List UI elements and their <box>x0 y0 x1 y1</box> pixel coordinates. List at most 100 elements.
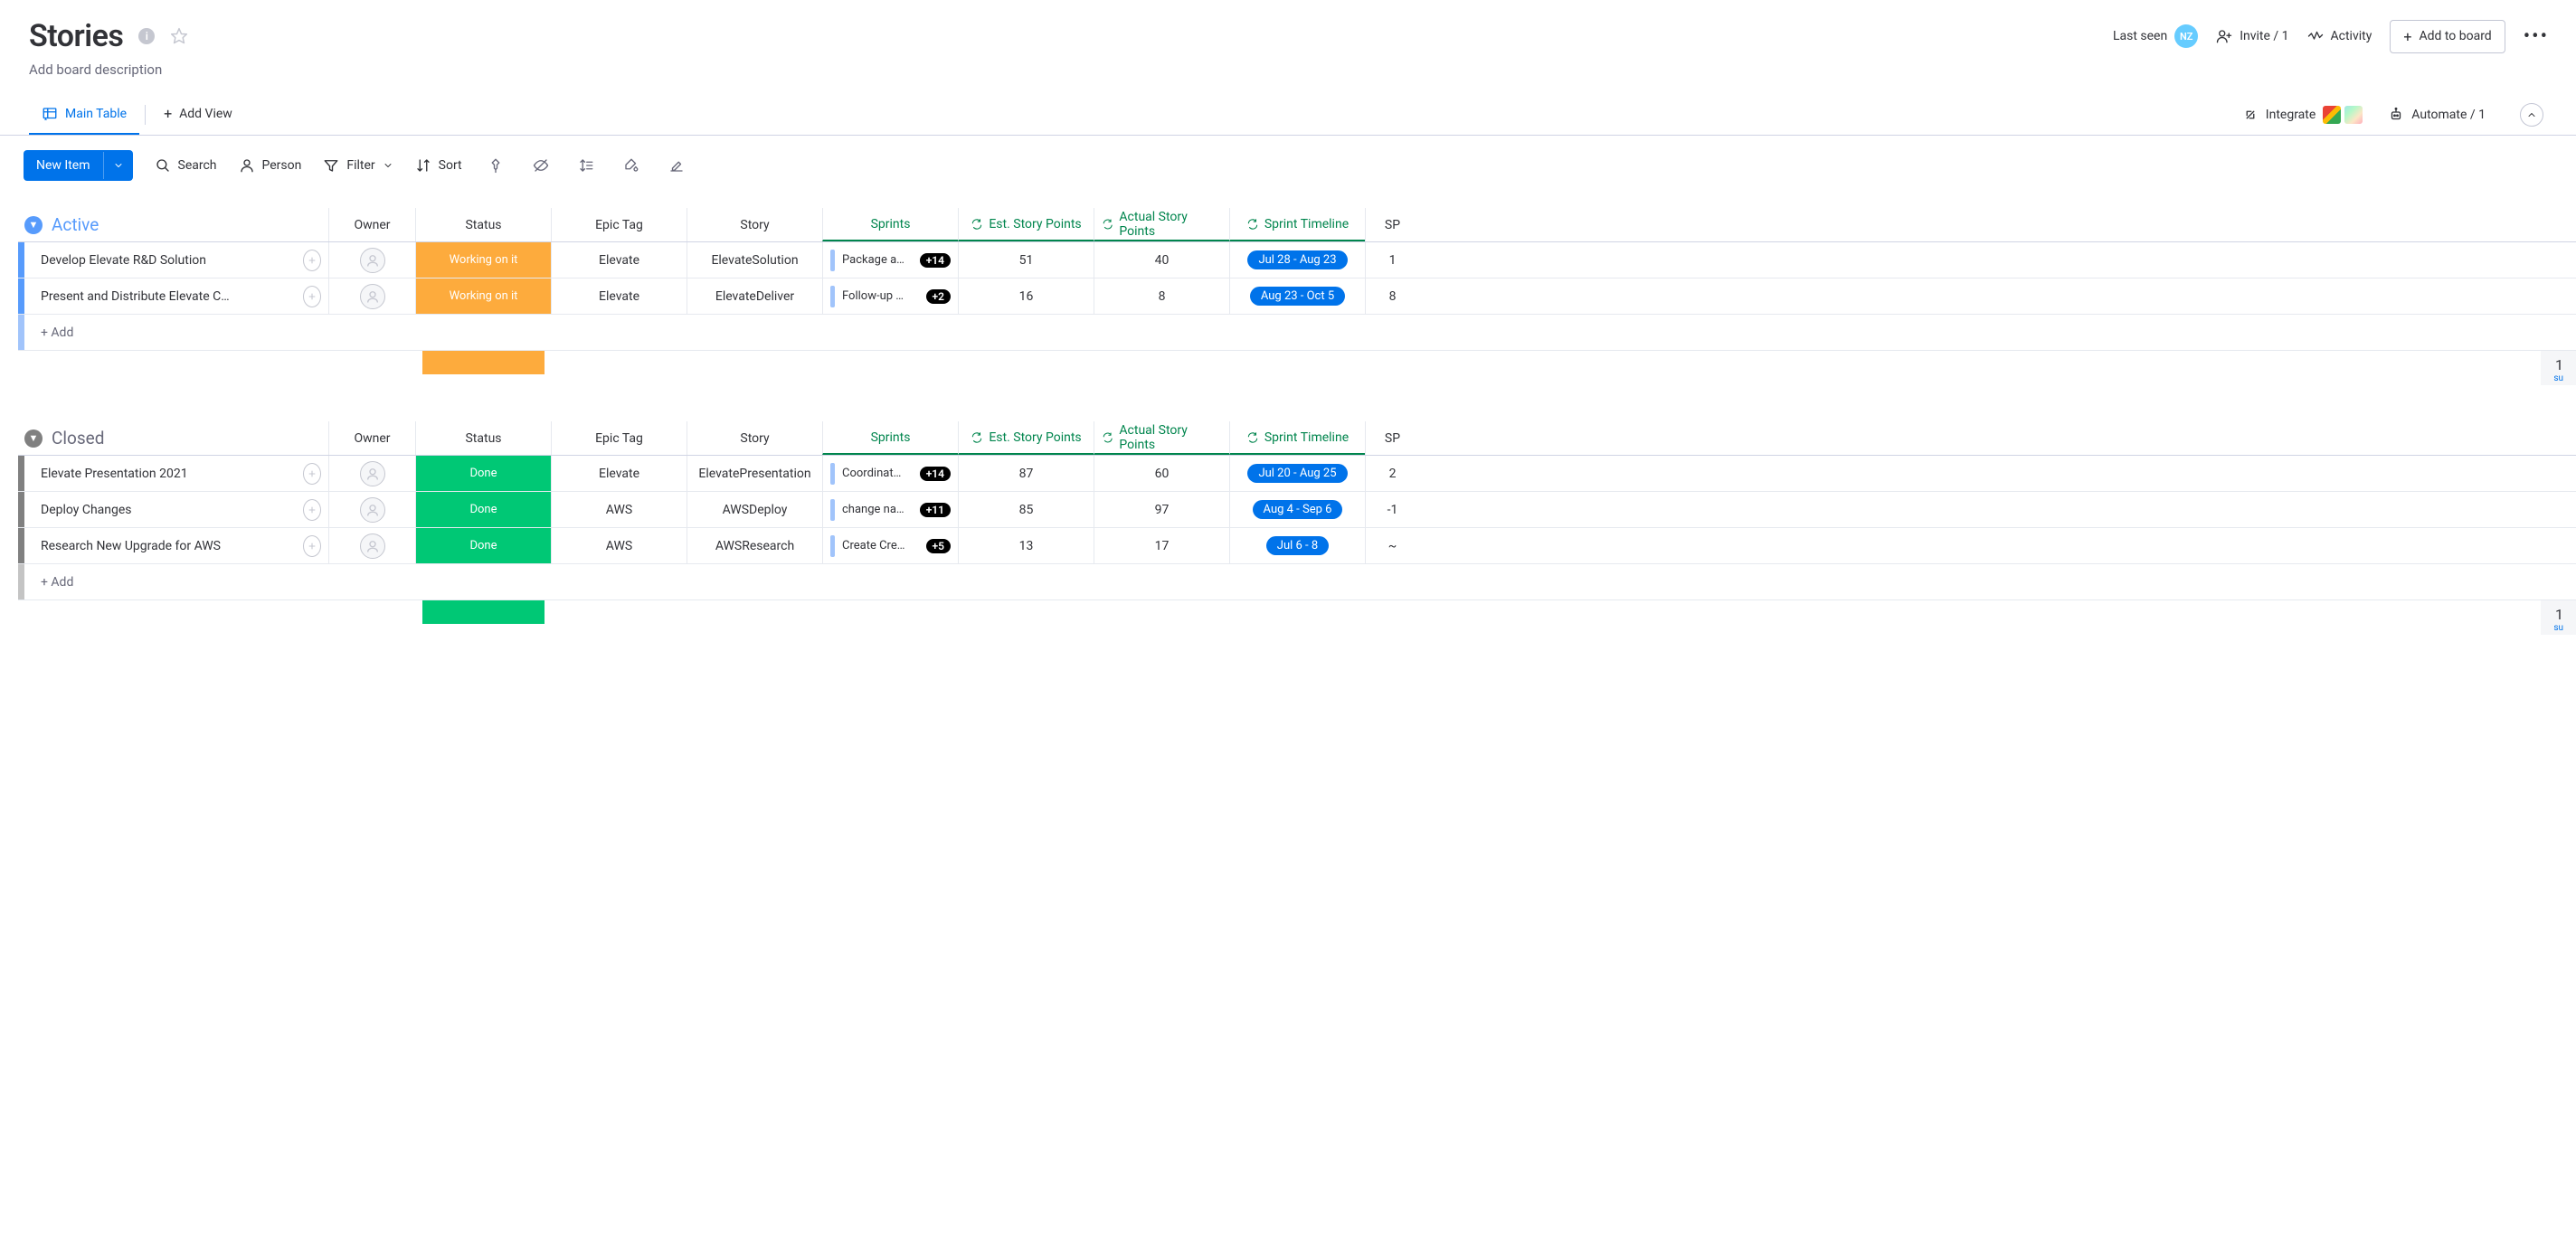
sp-cell[interactable]: 8 <box>1365 278 1419 314</box>
owner-cell[interactable] <box>328 456 415 491</box>
expand-item-button[interactable] <box>296 242 328 278</box>
epic-tag-cell[interactable]: Elevate <box>551 278 687 314</box>
add-view-button[interactable]: + Add View <box>151 94 245 135</box>
col-sp[interactable]: SP <box>1365 208 1419 241</box>
item-name-cell[interactable]: Research New Upgrade for AWS <box>24 528 296 563</box>
sprints-cell[interactable]: Package a…+14 <box>822 242 958 278</box>
actual-story-points-cell[interactable]: 40 <box>1094 242 1229 278</box>
invite-button[interactable]: Invite / 1 <box>2216 28 2288 44</box>
new-item-button[interactable]: New Item <box>24 150 133 181</box>
col-epic-tag[interactable]: Epic Tag <box>551 421 687 455</box>
col-owner[interactable]: Owner <box>328 421 415 455</box>
add-item-row[interactable]: + Add <box>18 315 2576 351</box>
col-sprints[interactable]: Sprints <box>822 208 958 241</box>
col-status[interactable]: Status <box>415 421 551 455</box>
actual-story-points-cell[interactable]: 97 <box>1094 492 1229 527</box>
filter-button[interactable]: Filter <box>323 157 393 174</box>
collapse-header-button[interactable] <box>2520 103 2543 127</box>
group-collapse-icon[interactable]: ▼ <box>24 216 43 234</box>
item-name-cell[interactable]: Deploy Changes <box>24 492 296 527</box>
col-owner[interactable]: Owner <box>328 208 415 241</box>
col-sp[interactable]: SP <box>1365 421 1419 455</box>
owner-cell[interactable] <box>328 242 415 278</box>
search-button[interactable]: Search <box>155 157 217 174</box>
epic-tag-cell[interactable]: Elevate <box>551 242 687 278</box>
sprint-timeline-cell[interactable]: Jul 20 - Aug 25 <box>1229 456 1365 491</box>
status-cell[interactable]: Done <box>415 456 551 491</box>
col-actual-story-points[interactable]: Actual Story Points <box>1094 421 1229 455</box>
pin-icon[interactable] <box>484 154 507 177</box>
favorite-star-icon[interactable] <box>170 27 188 45</box>
sort-button[interactable]: Sort <box>415 157 462 174</box>
hide-icon[interactable] <box>529 154 553 177</box>
last-seen[interactable]: Last seen NZ <box>2113 24 2198 48</box>
sp-cell[interactable]: 1 <box>1365 242 1419 278</box>
item-name-cell[interactable]: Develop Elevate R&D Solution <box>24 242 296 278</box>
table-row[interactable]: Research New Upgrade for AWS Done AWS AW… <box>18 528 2576 564</box>
more-menu-icon[interactable]: ••• <box>2524 25 2549 48</box>
story-cell[interactable]: ElevateDeliver <box>687 278 822 314</box>
integrate-button[interactable]: Integrate <box>2242 106 2363 124</box>
color-icon[interactable] <box>620 154 643 177</box>
epic-tag-cell[interactable]: Elevate <box>551 456 687 491</box>
table-row[interactable]: Elevate Presentation 2021 Done Elevate E… <box>18 456 2576 492</box>
est-story-points-cell[interactable]: 13 <box>958 528 1094 563</box>
actual-story-points-cell[interactable]: 17 <box>1094 528 1229 563</box>
automate-button[interactable]: Automate / 1 <box>2388 107 2486 123</box>
add-to-board-button[interactable]: + Add to board <box>2390 20 2505 53</box>
sp-cell[interactable]: -1 <box>1365 492 1419 527</box>
sprint-timeline-cell[interactable]: Jul 6 - 8 <box>1229 528 1365 563</box>
story-cell[interactable]: ElevateSolution <box>687 242 822 278</box>
expand-item-button[interactable] <box>296 278 328 314</box>
sprints-cell[interactable]: change na…+11 <box>822 492 958 527</box>
person-filter-button[interactable]: Person <box>239 157 302 174</box>
table-row[interactable]: Develop Elevate R&D Solution Working on … <box>18 242 2576 278</box>
tab-main-table[interactable]: Main Table <box>29 95 139 135</box>
col-epic-tag[interactable]: Epic Tag <box>551 208 687 241</box>
table-row[interactable]: Present and Distribute Elevate C… Workin… <box>18 278 2576 315</box>
item-name-cell[interactable]: Elevate Presentation 2021 <box>24 456 296 491</box>
story-cell[interactable]: AWSDeploy <box>687 492 822 527</box>
group-name[interactable]: Active <box>52 214 99 235</box>
col-sprint-timeline[interactable]: Sprint Timeline <box>1229 421 1365 455</box>
col-story[interactable]: Story <box>687 208 822 241</box>
group-name[interactable]: Closed <box>52 428 104 448</box>
sp-cell[interactable]: ~ <box>1365 528 1419 563</box>
owner-cell[interactable] <box>328 528 415 563</box>
story-cell[interactable]: AWSResearch <box>687 528 822 563</box>
sprints-cell[interactable]: Create Cre…+5 <box>822 528 958 563</box>
actual-story-points-cell[interactable]: 60 <box>1094 456 1229 491</box>
status-cell[interactable]: Done <box>415 492 551 527</box>
est-story-points-cell[interactable]: 87 <box>958 456 1094 491</box>
group-collapse-icon[interactable]: ▼ <box>24 429 43 448</box>
sp-cell[interactable]: 2 <box>1365 456 1419 491</box>
height-icon[interactable] <box>574 154 598 177</box>
epic-tag-cell[interactable]: AWS <box>551 492 687 527</box>
owner-cell[interactable] <box>328 278 415 314</box>
status-cell[interactable]: Done <box>415 528 551 563</box>
item-name-cell[interactable]: Present and Distribute Elevate C… <box>24 278 296 314</box>
sprint-timeline-cell[interactable]: Aug 23 - Oct 5 <box>1229 278 1365 314</box>
new-item-dropdown[interactable] <box>103 152 133 179</box>
story-cell[interactable]: ElevatePresentation <box>687 456 822 491</box>
col-actual-story-points[interactable]: Actual Story Points <box>1094 208 1229 241</box>
info-icon[interactable]: i <box>137 27 156 45</box>
status-cell[interactable]: Working on it <box>415 242 551 278</box>
epic-tag-cell[interactable]: AWS <box>551 528 687 563</box>
owner-cell[interactable] <box>328 492 415 527</box>
est-story-points-cell[interactable]: 16 <box>958 278 1094 314</box>
sprint-timeline-cell[interactable]: Aug 4 - Sep 6 <box>1229 492 1365 527</box>
col-sprint-timeline[interactable]: Sprint Timeline <box>1229 208 1365 241</box>
col-est-story-points[interactable]: Est. Story Points <box>958 208 1094 241</box>
est-story-points-cell[interactable]: 85 <box>958 492 1094 527</box>
status-cell[interactable]: Working on it <box>415 278 551 314</box>
expand-item-button[interactable] <box>296 528 328 563</box>
add-item-row[interactable]: + Add <box>18 564 2576 600</box>
actual-story-points-cell[interactable]: 8 <box>1094 278 1229 314</box>
est-story-points-cell[interactable]: 51 <box>958 242 1094 278</box>
activity-button[interactable]: Activity <box>2307 28 2372 44</box>
col-status[interactable]: Status <box>415 208 551 241</box>
board-description[interactable]: Add board description <box>0 61 2576 94</box>
sprint-timeline-cell[interactable]: Jul 28 - Aug 23 <box>1229 242 1365 278</box>
edit-icon[interactable] <box>665 154 688 177</box>
